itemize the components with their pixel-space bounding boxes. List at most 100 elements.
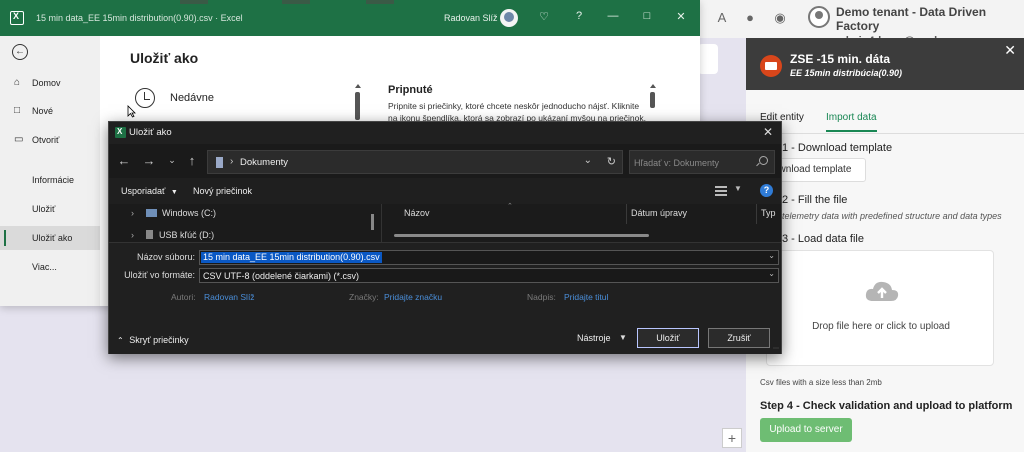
- chevron-right-icon[interactable]: ›: [131, 230, 143, 240]
- clock-icon: [135, 88, 155, 108]
- maximize-icon[interactable]: □: [640, 10, 654, 22]
- bell-icon[interactable]: ●: [742, 10, 758, 26]
- chevron-down-icon[interactable]: ⌄: [165, 155, 179, 166]
- chevron-down-icon[interactable]: ⌄: [768, 269, 775, 278]
- tags-value[interactable]: Pridajte značku: [384, 292, 442, 302]
- search-icon[interactable]: [759, 156, 768, 165]
- search-input[interactable]: [634, 156, 752, 170]
- user-avatar-icon[interactable]: [500, 9, 518, 27]
- column-divider[interactable]: [626, 204, 627, 224]
- forward-arrow-icon[interactable]: →: [142, 153, 156, 168]
- up-arrow-icon[interactable]: ↑: [185, 153, 199, 168]
- tools-button[interactable]: Nástroje: [577, 333, 611, 343]
- feedback-icon[interactable]: ♡: [537, 10, 551, 23]
- step-2-heading: 2 - Fill the file: [782, 194, 848, 206]
- panel-subtitle: EE 15min distribúcia(0.90): [790, 68, 903, 78]
- scroll-up-icon[interactable]: [355, 84, 361, 88]
- user-avatar-icon[interactable]: [808, 6, 830, 28]
- address-bar[interactable]: › Dokumenty ⌄ ↻: [207, 150, 623, 174]
- excel-titlebar: 15 min data_EE 15min distribution(0.90).…: [0, 0, 700, 36]
- nav-save[interactable]: Uložiť: [0, 197, 100, 221]
- filename-label: Názov súboru:: [136, 252, 195, 262]
- nav-more[interactable]: Viac...: [0, 255, 100, 279]
- filetype-select[interactable]: CSV UTF-8 (oddelené čiarkami) (*.csv) ⌄: [199, 268, 779, 283]
- nav-new[interactable]: □ Nové: [0, 99, 100, 123]
- mouse-cursor-icon: [127, 105, 136, 118]
- upload-to-server-button[interactable]: Upload to server: [760, 418, 852, 442]
- filename-input[interactable]: 15 min data_EE 15min distribution(0.90).…: [199, 250, 779, 265]
- tab-import-data[interactable]: Import data: [826, 112, 877, 132]
- nav-info[interactable]: Informácie: [0, 168, 100, 192]
- column-divider[interactable]: [756, 204, 757, 224]
- cloud-upload-icon: [865, 281, 899, 301]
- nav-home-label: Domov: [32, 78, 61, 88]
- horizontal-scrollbar[interactable]: [394, 234, 649, 237]
- step-4-heading: Step 4 - Check validation and upload to …: [760, 400, 1013, 412]
- hide-folders-toggle[interactable]: ⌃ Skryť priečinky: [117, 335, 189, 345]
- scrollbar-thumb[interactable]: [355, 92, 360, 120]
- title-value[interactable]: Pridajte titul: [564, 292, 608, 302]
- scrollbar-thumb[interactable]: [371, 214, 374, 230]
- file-dropzone[interactable]: Drop file here or click to upload: [766, 250, 994, 366]
- help-icon[interactable]: ?: [572, 10, 586, 22]
- taskbar-tab: [366, 0, 394, 4]
- refresh-icon[interactable]: ↻: [607, 155, 616, 168]
- back-arrow-icon[interactable]: ←: [117, 153, 131, 168]
- column-type[interactable]: Typ: [761, 208, 776, 218]
- import-panel: ZSE -15 min. dáta EE 15min distribúcia(0…: [746, 38, 1024, 452]
- cancel-button[interactable]: Zrušiť: [708, 328, 770, 348]
- nav-home[interactable]: ⌂ Domov: [0, 71, 100, 95]
- chevron-right-icon[interactable]: ›: [131, 208, 143, 218]
- translate-icon[interactable]: A: [714, 10, 730, 26]
- tenant-name: Demo tenant - Data Driven Factory: [836, 5, 987, 33]
- back-arrow-icon[interactable]: ←: [12, 44, 28, 60]
- close-icon[interactable]: ✕: [763, 125, 773, 139]
- recent-label[interactable]: Nedávne: [170, 92, 214, 104]
- resize-grip-icon[interactable]: ⋯: [773, 345, 779, 352]
- sort-caret-icon: ⌃: [507, 203, 513, 210]
- tree-item-usb-d[interactable]: › USB kľúč (D:): [131, 230, 214, 240]
- tree-item-windows-c[interactable]: › Windows (C:): [131, 208, 216, 218]
- filetype-value: CSV UTF-8 (oddelené čiarkami) (*.csv): [203, 271, 360, 281]
- scrollbar-thumb[interactable]: [650, 92, 655, 108]
- drive-icon: [145, 209, 157, 217]
- new-file-icon: □: [14, 105, 21, 116]
- dialog-titlebar: Uložiť ako ✕: [109, 122, 781, 144]
- chevron-right-icon: ›: [230, 156, 234, 167]
- caret-up-icon: ⌃: [117, 336, 124, 345]
- organize-button[interactable]: Usporiadať ▼: [121, 186, 178, 196]
- download-template-button[interactable]: ownload template: [768, 158, 866, 182]
- close-icon[interactable]: ✕: [674, 10, 688, 23]
- caret-down-icon[interactable]: ▼: [619, 333, 627, 342]
- nav-open[interactable]: ▭ Otvoriť: [0, 128, 100, 152]
- minimize-icon[interactable]: —: [606, 10, 620, 22]
- dropzone-text: Drop file here or click to upload: [812, 321, 950, 332]
- taskbar-tab: [180, 0, 208, 4]
- new-folder-button[interactable]: Nový priečinok: [193, 186, 252, 196]
- excel-user-name[interactable]: Radovan Slíž: [444, 13, 498, 23]
- caret-down-icon[interactable]: ▼: [734, 184, 742, 193]
- close-icon[interactable]: ✕: [1004, 42, 1016, 59]
- dialog-title: Uložiť ako: [129, 127, 172, 138]
- tags-label: Značky:: [349, 292, 379, 302]
- excel-window-title: 15 min data_EE 15min distribution(0.90).…: [36, 13, 243, 23]
- scroll-up-icon[interactable]: [650, 84, 656, 88]
- help-icon[interactable]: ?: [760, 184, 773, 197]
- caret-down-icon: ▼: [170, 189, 178, 196]
- entity-logo-icon: [760, 55, 782, 77]
- chevron-down-icon[interactable]: ⌄: [768, 251, 775, 260]
- column-name[interactable]: Názov: [404, 208, 430, 218]
- column-date[interactable]: Dátum úpravy: [631, 208, 687, 218]
- view-options-icon[interactable]: [715, 186, 727, 196]
- zoom-in-button[interactable]: +: [722, 428, 742, 448]
- chevron-down-icon[interactable]: ⌄: [584, 155, 592, 166]
- hide-folders-label: Skryť priečinky: [129, 335, 189, 345]
- tree-item-label: USB kľúč (D:): [159, 230, 215, 240]
- folder-icon: [216, 157, 223, 168]
- save-button[interactable]: Uložiť: [637, 328, 699, 348]
- nav-save-as[interactable]: Uložiť ako: [0, 226, 100, 250]
- search-box[interactable]: [629, 150, 775, 174]
- settings-icon[interactable]: ◉: [772, 10, 788, 26]
- nav-new-label: Nové: [32, 106, 54, 116]
- authors-value[interactable]: Radovan Slíž: [204, 292, 255, 302]
